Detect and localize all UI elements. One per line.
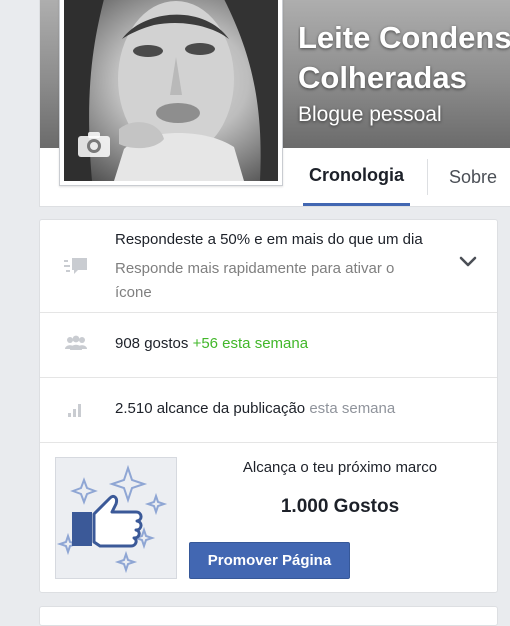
next-card [39, 606, 498, 626]
thumbs-up-icon [55, 457, 177, 579]
likes-row[interactable]: 908 gostos +56 esta semana [40, 312, 497, 378]
profile-picture-frame[interactable] [59, 0, 283, 186]
response-rate-row[interactable]: Respondeste a 50% e em mais do que um di… [40, 220, 497, 313]
reach-count: 2.510 alcance da publicação [115, 400, 306, 417]
tab-label: Sobre [449, 166, 498, 187]
profile-picture[interactable] [64, 0, 278, 181]
page-category[interactable]: Blogue pessoal [298, 103, 442, 127]
page-insights-card: Respondeste a 50% e em mais do que um di… [39, 219, 498, 593]
chevron-down-icon[interactable] [458, 254, 478, 270]
reach-period: esta semana [309, 400, 396, 417]
tab-about[interactable]: Sobre [428, 148, 497, 206]
bar-chart-icon [64, 399, 88, 419]
page-tabs: Cronologia Sobre [303, 148, 510, 206]
promote-page-button[interactable]: Promover Página [189, 542, 350, 579]
likes-delta: +56 esta semana [192, 335, 309, 352]
page-header: Leite Condensado Colheradas Blogue pesso… [39, 0, 510, 207]
tab-label: Cronologia [309, 165, 404, 185]
message-bubble-icon [64, 257, 88, 277]
tab-timeline[interactable]: Cronologia [303, 148, 410, 206]
people-icon [64, 334, 88, 354]
likes-count: 908 gostos [115, 335, 189, 352]
milestone-target: 1.000 Gostos [280, 496, 400, 517]
page-title[interactable]: Leite Condensado Colheradas [298, 18, 510, 98]
response-rate-subtitle: Responde mais rapidamente para ativar o … [115, 260, 395, 301]
camera-icon[interactable] [76, 129, 112, 159]
reach-row[interactable]: 2.510 alcance da publicação esta semana [40, 377, 497, 443]
page-title-line-2: Colheradas [298, 60, 467, 95]
response-rate-title: Respondeste a 50% e em mais do que um di… [115, 231, 423, 248]
milestone-heading: Alcança o teu próximo marco [242, 459, 438, 476]
likes-summary: 908 gostos +56 esta semana [115, 335, 308, 352]
reach-summary: 2.510 alcance da publicação esta semana [115, 400, 395, 417]
page-title-line-1: Leite Condensado [298, 20, 510, 55]
milestone-section: Alcança o teu próximo marco 1.000 Gostos… [40, 442, 497, 592]
